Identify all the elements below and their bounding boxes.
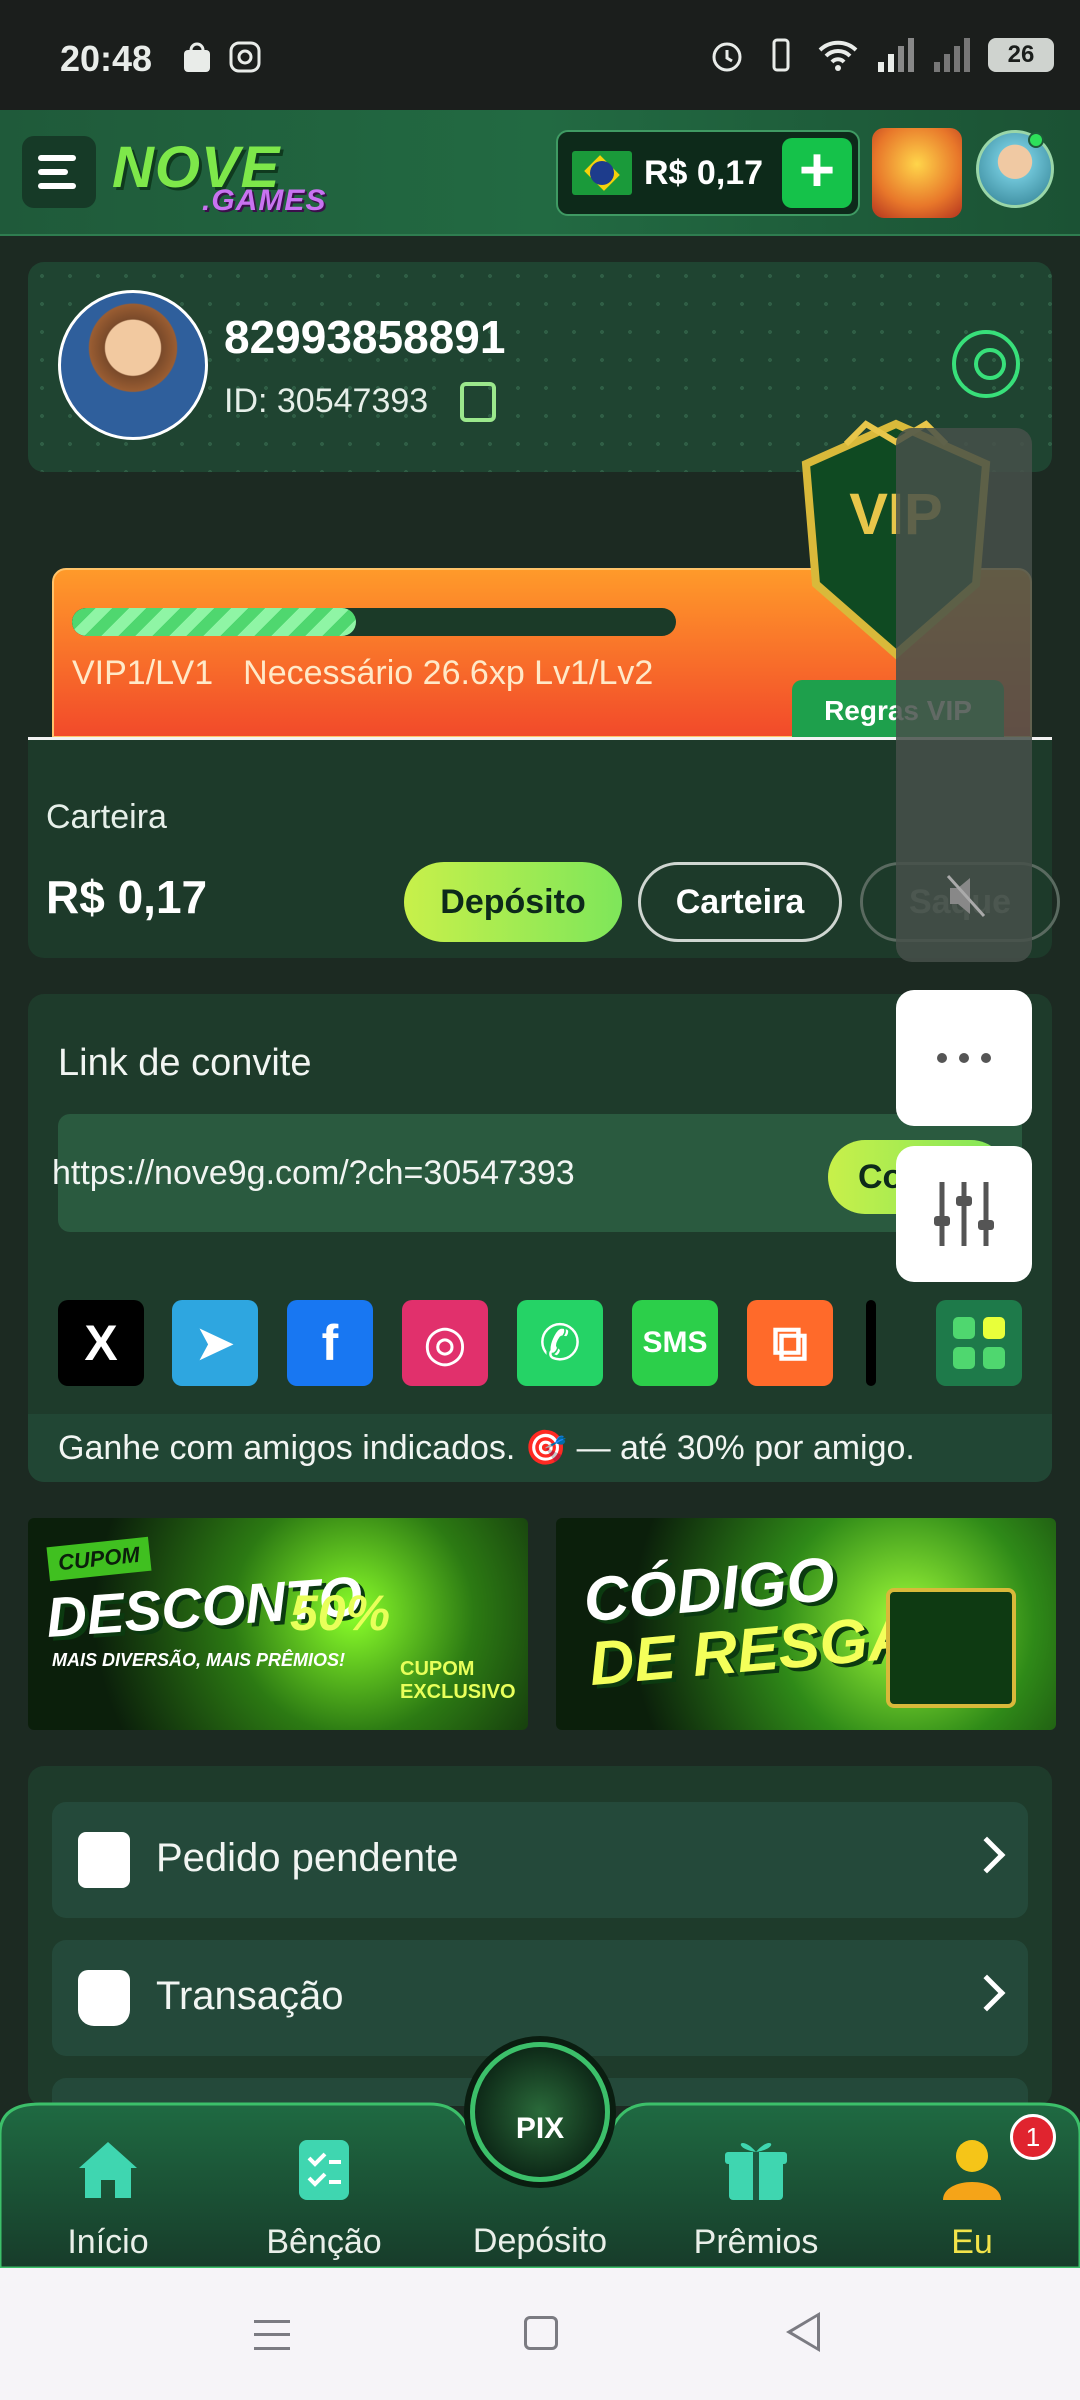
header-balance-amount: R$ 0,17 xyxy=(644,153,764,192)
redeem-code-banner[interactable]: CÓDIGO DE RESGATE xyxy=(556,1518,1056,1730)
share-facebook-icon[interactable]: f xyxy=(287,1300,373,1386)
pix-label: PIX xyxy=(515,2112,565,2145)
menu-button[interactable] xyxy=(22,136,96,208)
nav-blessing[interactable]: Bênção xyxy=(234,2134,414,2262)
signal-2-icon xyxy=(934,38,970,72)
wifi-icon xyxy=(818,40,858,71)
apps-grid-icon[interactable] xyxy=(936,1300,1022,1386)
wallet-label: Carteira xyxy=(46,798,167,836)
equalizer-icon xyxy=(934,1182,994,1246)
recent-apps-icon[interactable] xyxy=(254,2320,290,2350)
app-header: NOVE .GAMES R$ 0,17 + xyxy=(0,110,1080,236)
home-icon xyxy=(79,2142,137,2198)
discount-coupon-banner[interactable]: CUPOM DESCONTO MAIS DIVERSÃO, MAIS PRÊMI… xyxy=(28,1518,528,1730)
invite-link: https://nove9g.com/?ch=30547393 xyxy=(52,1154,575,1192)
share-x-icon[interactable]: X xyxy=(58,1300,144,1386)
more-options-button[interactable] xyxy=(896,990,1032,1126)
treasure-chest-icon[interactable] xyxy=(872,128,962,218)
gift-box-icon xyxy=(886,1588,1016,1708)
banner-tag: CUPOM xyxy=(46,1536,152,1582)
share-whatsapp-icon[interactable]: ✆ xyxy=(517,1300,603,1386)
add-funds-button[interactable]: + xyxy=(782,138,852,208)
wallet-button[interactable]: Carteira xyxy=(638,862,842,942)
menu-item-pending-orders[interactable]: Pedido pendente xyxy=(52,1802,1028,1918)
home-button-icon[interactable] xyxy=(524,2316,558,2350)
menu-item-label: Transação xyxy=(156,1974,344,2018)
user-icon xyxy=(943,2140,1001,2200)
banner-percent: 50% xyxy=(290,1585,391,1641)
status-icons: 26 xyxy=(708,36,1054,74)
wallet-icon xyxy=(78,1970,130,2026)
vip-progress-fill xyxy=(72,608,356,636)
vip-required: Necessário 26.6xp Lv1/Lv2 xyxy=(243,654,654,692)
share-kwai-icon[interactable]: ⧉ xyxy=(747,1300,833,1386)
status-time: 20:48 xyxy=(60,38,153,79)
pending-order-icon xyxy=(78,1832,130,1888)
notification-badge: 1 xyxy=(1010,2114,1056,2160)
wallet-amount: R$ 0,17 xyxy=(46,871,208,923)
vip-info: VIP1/LV1 Necessário 26.6xp Lv1/Lv2 xyxy=(72,654,653,693)
invite-footer-text: Ganhe com amigos indicados. 🎯 — até 30% … xyxy=(58,1429,915,1467)
gift-icon xyxy=(725,2143,787,2200)
instagram-icon xyxy=(229,41,261,73)
banner-subtitle: MAIS DIVERSÃO, MAIS PRÊMIOS! xyxy=(52,1650,346,1670)
logo-sub: .GAMES xyxy=(202,184,327,217)
banner-coupon-label: CUPOM EXCLUSIVO xyxy=(400,1658,516,1703)
menu-item-label: Pedido pendente xyxy=(156,1836,459,1880)
chevron-right-icon xyxy=(968,1836,1006,1874)
copy-id-icon[interactable] xyxy=(460,382,496,422)
logo: NOVE .GAMES xyxy=(112,134,325,217)
equalizer-button[interactable] xyxy=(896,1146,1032,1282)
share-instagram-icon[interactable]: ◎ xyxy=(402,1300,488,1386)
nav-prizes[interactable]: Prêmios xyxy=(666,2134,846,2262)
menu-item-transactions[interactable]: Transação xyxy=(52,1940,1028,2056)
nav-label: Prêmios xyxy=(693,2223,819,2261)
mute-icon[interactable] xyxy=(946,874,986,918)
chevron-right-icon xyxy=(968,1974,1006,2012)
brazil-flag-icon xyxy=(572,151,632,195)
system-navigation-bar xyxy=(0,2268,1080,2400)
edit-profile-icon[interactable] xyxy=(952,330,1020,398)
status-bar: 20:48 26 xyxy=(0,0,1080,110)
shop-icon xyxy=(184,42,210,72)
username: 82993858891 xyxy=(224,311,506,363)
user-avatar[interactable] xyxy=(58,290,208,440)
nav-label: Bênção xyxy=(266,2223,382,2261)
vip-progress-bar xyxy=(72,608,676,636)
online-indicator xyxy=(1028,132,1044,148)
battery-icon: 26 xyxy=(988,38,1054,72)
user-id: ID: 30547393 xyxy=(224,382,429,420)
nav-label: Eu xyxy=(951,2223,993,2261)
deposit-button[interactable]: Depósito xyxy=(404,862,622,942)
nav-label: Depósito xyxy=(472,2222,608,2260)
share-sms-icon[interactable]: SMS xyxy=(632,1300,718,1386)
vip-level: VIP1/LV1 xyxy=(72,654,214,692)
nav-label: Início xyxy=(67,2223,149,2261)
checklist-icon xyxy=(299,2140,349,2200)
share-telegram-icon[interactable]: ➤ xyxy=(172,1300,258,1386)
vibrate-icon xyxy=(772,38,790,72)
alarm-icon xyxy=(712,42,742,72)
back-icon[interactable] xyxy=(786,2312,820,2352)
header-balance[interactable]: R$ 0,17 + xyxy=(556,130,860,216)
nav-home[interactable]: Início xyxy=(18,2134,198,2262)
social-more-edge xyxy=(866,1300,876,1386)
signal-icon xyxy=(878,38,914,72)
invite-title: Link de convite xyxy=(58,1042,312,1084)
